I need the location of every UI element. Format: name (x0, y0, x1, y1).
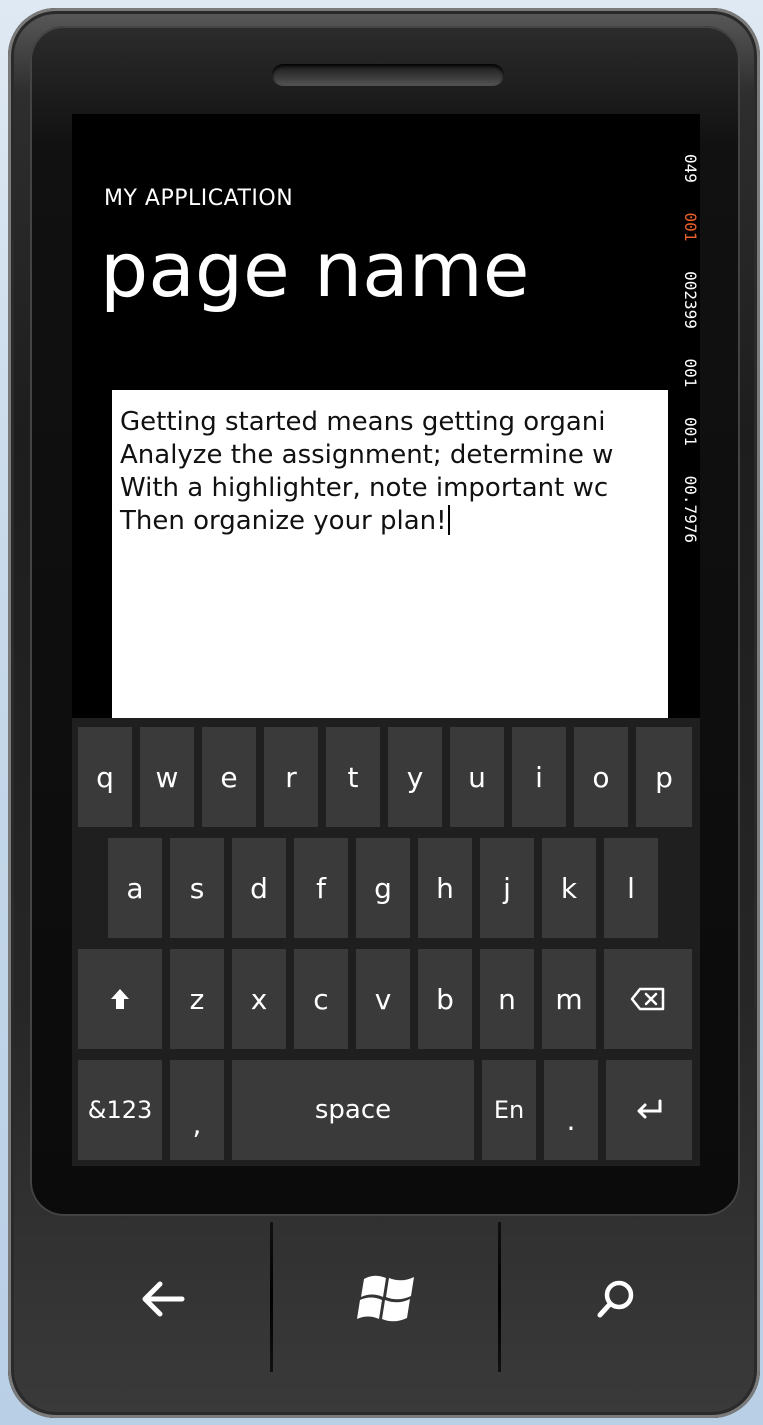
comma-key[interactable]: , (170, 1060, 224, 1160)
key-d[interactable]: d (232, 838, 286, 938)
key-g[interactable]: g (356, 838, 410, 938)
hardware-buttons-bar (8, 1214, 760, 1414)
space-key[interactable]: space (232, 1060, 474, 1160)
counter-value: 001 (681, 358, 700, 388)
shift-key[interactable] (78, 949, 162, 1049)
shift-arrow-icon (111, 989, 129, 1009)
text-line: With a highlighter, note important wc (120, 473, 609, 503)
key-f[interactable]: f (294, 838, 348, 938)
key-i[interactable]: i (512, 727, 566, 827)
key-q[interactable]: q (78, 727, 132, 827)
phone-screen: MY APPLICATION page name 049 001 002399 … (72, 114, 700, 1166)
counter-value: 00.7976 (681, 475, 700, 544)
key-p[interactable]: p (636, 727, 692, 827)
frame-rate-counters: 049 001 002399 001 001 00.7976 (670, 154, 700, 674)
counter-value: 001 (681, 417, 700, 446)
page-title: page name (100, 225, 530, 314)
text-line: Getting started means getting organi (120, 407, 606, 437)
key-t[interactable]: t (326, 727, 380, 827)
enter-icon (637, 1099, 662, 1119)
key-u[interactable]: u (450, 727, 504, 827)
key-k[interactable]: k (542, 838, 596, 938)
counter-value: 002399 (681, 271, 700, 329)
language-key[interactable]: En (482, 1060, 536, 1160)
search-button[interactable] (501, 1214, 731, 1384)
key-r[interactable]: r (264, 727, 318, 827)
key-c[interactable]: c (294, 949, 348, 1049)
windows-start-icon (357, 1275, 414, 1322)
speaker-grille (272, 64, 504, 86)
key-o[interactable]: o (574, 727, 628, 827)
symbols-key[interactable]: &123 (78, 1060, 162, 1160)
key-n[interactable]: n (480, 949, 534, 1049)
key-x[interactable]: x (232, 949, 286, 1049)
key-m[interactable]: m (542, 949, 596, 1049)
key-h[interactable]: h (418, 838, 472, 938)
application-title: MY APPLICATION (104, 186, 294, 211)
multiline-textbox[interactable]: Getting started means getting organi Ana… (112, 390, 668, 720)
period-key[interactable]: . (544, 1060, 598, 1160)
key-a[interactable]: a (108, 838, 162, 938)
text-line-last: Then organize your plan! (112, 505, 668, 538)
key-z[interactable]: z (170, 949, 224, 1049)
key-s[interactable]: s (170, 838, 224, 938)
key-b[interactable]: b (418, 949, 472, 1049)
key-v[interactable]: v (356, 949, 410, 1049)
key-j[interactable]: j (480, 838, 534, 938)
search-icon (597, 1280, 634, 1318)
backspace-key[interactable] (604, 949, 692, 1049)
text-caret (447, 505, 450, 535)
counter-strip: 049 001 002399 001 001 00.7976 (681, 154, 700, 563)
key-w[interactable]: w (140, 727, 194, 827)
start-button[interactable] (273, 1214, 503, 1384)
text-line-content: Then organize your plan! (120, 506, 447, 536)
back-button[interactable] (48, 1214, 278, 1384)
counter-value: 049 (681, 154, 700, 183)
enter-key[interactable] (606, 1060, 692, 1160)
key-l[interactable]: l (604, 838, 658, 938)
key-y[interactable]: y (388, 727, 442, 827)
back-icon (142, 1281, 185, 1317)
counter-value: 001 (681, 212, 700, 242)
text-line: Analyze the assignment; determine w (120, 440, 614, 470)
backspace-icon (630, 987, 665, 1011)
key-e[interactable]: e (202, 727, 256, 827)
soft-keyboard: q w e r t y u i o p a s d f g h j k l z … (72, 718, 700, 1166)
